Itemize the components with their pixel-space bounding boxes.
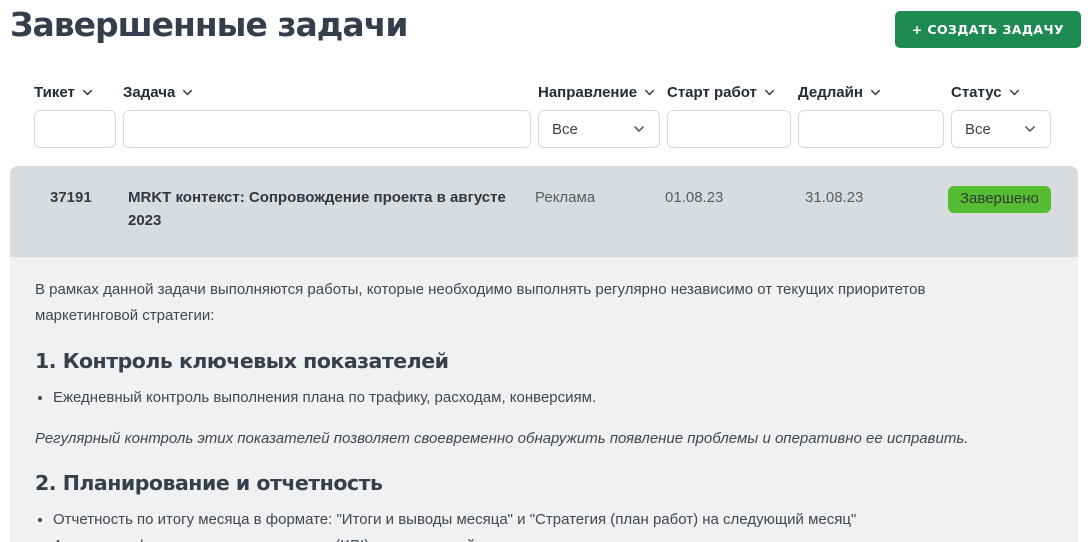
deadline-filter-input[interactable]	[798, 110, 944, 148]
detail-section-list-2: Отчетность по итогу месяца в формате: "И…	[35, 507, 1048, 542]
direction-filter-select[interactable]: Все	[538, 110, 660, 148]
column-header-label: Направление	[538, 84, 638, 101]
task-ticket: 37191	[50, 189, 92, 206]
status-badge: Завершено	[948, 186, 1051, 213]
task-title: MRKT контекст: Сопровождение проекта в а…	[128, 189, 506, 229]
column-header-label: Статус	[951, 84, 1002, 101]
ticket-filter-input[interactable]	[34, 110, 116, 148]
chevron-down-icon	[645, 89, 655, 96]
column-header-label: Дедлайн	[798, 84, 863, 101]
chevron-down-icon	[870, 89, 880, 96]
chevron-down-icon	[1025, 126, 1035, 132]
column-header-start-date[interactable]: Старт работ	[667, 84, 791, 101]
task-row[interactable]: 37191 MRKT контекст: Сопровождение проек…	[10, 166, 1078, 257]
filter-header-row: Тикет Задача Направление Старт работ Дед…	[34, 84, 1053, 101]
status-filter-value: Все	[965, 120, 991, 138]
chevron-down-icon	[764, 89, 774, 96]
create-task-button[interactable]: + СОЗДАТЬ ЗАДАЧУ	[894, 11, 1081, 48]
task-direction: Реклама	[535, 189, 596, 206]
detail-intro-text: В рамках данной задачи выполняются работ…	[35, 281, 926, 324]
detail-section-heading-2: 2. Планирование и отчетность	[35, 471, 383, 495]
detail-section-list-1: Ежедневный контроль выполнения плана по …	[35, 385, 1048, 411]
bullet-item: Аналитика, формирование медиаплана (KPI)…	[53, 533, 1048, 542]
bullet-item: Ежедневный контроль выполнения плана по …	[53, 385, 1048, 411]
chevron-down-icon	[82, 89, 92, 96]
topbar: Завершенные задачи + СОЗДАТЬ ЗАДАЧУ	[0, 0, 1088, 48]
chevron-down-icon	[183, 89, 193, 96]
task-filter-input[interactable]	[123, 110, 531, 148]
completed-tasks-page: Завершенные задачи + СОЗДАТЬ ЗАДАЧУ Тике…	[0, 0, 1088, 542]
chevron-down-icon	[634, 126, 644, 132]
detail-section-heading-1: 1. Контроль ключевых показателей	[35, 349, 449, 373]
column-header-task[interactable]: Задача	[123, 84, 531, 101]
direction-filter-value: Все	[552, 120, 578, 138]
column-header-label: Задача	[123, 84, 176, 101]
status-filter-select[interactable]: Все	[951, 110, 1051, 148]
chevron-down-icon	[1009, 89, 1019, 96]
column-header-ticket[interactable]: Тикет	[34, 84, 116, 101]
task-card: 37191 MRKT контекст: Сопровождение проек…	[10, 166, 1078, 542]
column-header-label: Тикет	[34, 84, 75, 101]
column-header-label: Старт работ	[667, 84, 757, 101]
column-header-direction[interactable]: Направление	[538, 84, 660, 101]
detail-section-note-1: Регулярный контроль этих показателей поз…	[35, 430, 969, 447]
bullet-item: Отчетность по итогу месяца в формате: "И…	[53, 507, 1048, 533]
column-header-status[interactable]: Статус	[951, 84, 1051, 101]
column-header-deadline[interactable]: Дедлайн	[798, 84, 944, 101]
task-detail-panel: В рамках данной задачи выполняются работ…	[10, 257, 1078, 542]
filter-inputs-row: Все Все	[34, 110, 1053, 148]
task-deadline: 31.08.23	[805, 189, 864, 206]
page-title: Завершенные задачи	[10, 5, 408, 44]
task-start-date: 01.08.23	[665, 189, 724, 206]
filters-section: Тикет Задача Направление Старт работ Дед…	[34, 84, 1053, 148]
start-date-filter-input[interactable]	[667, 110, 791, 148]
